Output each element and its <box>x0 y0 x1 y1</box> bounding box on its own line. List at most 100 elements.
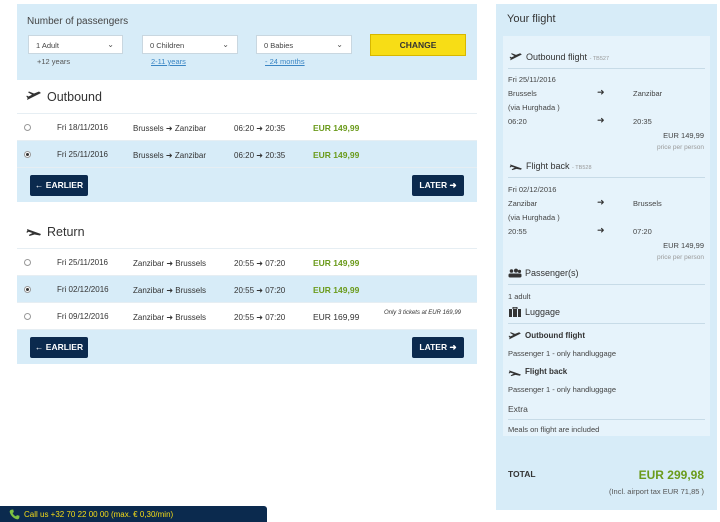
call-us-bar[interactable]: Call us +32 70 22 00 00 (max. € 0,30/min… <box>0 506 267 522</box>
change-button[interactable]: CHANGE <box>370 34 466 56</box>
route-to: Brussels <box>175 259 206 268</box>
flight-route: Zanzibar ➜ Brussels <box>133 313 206 322</box>
summary-back-dep: 20:55 <box>508 227 527 236</box>
flight-summary: Your flight Outbound flight - TB527 Fri … <box>496 4 717 510</box>
outbound-title: Outbound <box>47 90 102 104</box>
dep-time: 20:55 <box>234 286 255 295</box>
summary-outbound-price: EUR 149,99 <box>663 131 704 140</box>
total-value: EUR 299,98 <box>638 468 704 482</box>
summary-back-from: Zanzibar <box>508 199 538 208</box>
price-note: price per person <box>657 254 704 261</box>
chevron-down-icon: ⌄ <box>222 40 229 49</box>
arr-time: 07:20 <box>265 286 286 295</box>
plane-takeoff-icon <box>508 332 521 340</box>
flight-row[interactable]: Fri 25/11/2016 Brussels ➜ Zanzibar 06:20… <box>17 141 477 168</box>
adult-select-value: 1 Adult <box>36 41 59 50</box>
summary-luggage-heading: Luggage <box>525 307 561 317</box>
summary-extra-value: Meals on flight are included <box>508 425 600 434</box>
earlier-button[interactable]: ← EARLIER <box>30 175 88 196</box>
summary-outbound-arr: 20:35 <box>633 117 652 126</box>
arr-time: 07:20 <box>265 313 286 322</box>
babies-select[interactable]: 0 Babies ⌄ <box>256 35 352 54</box>
arrow-right-icon: ➜ <box>165 151 173 160</box>
dep-time: 06:20 <box>234 124 255 133</box>
arrow-right-icon: ➜ <box>597 225 605 235</box>
summary-back-date: Fri 02/12/2016 <box>508 185 557 194</box>
chevron-down-icon: ⌄ <box>107 40 114 49</box>
flight-radio[interactable] <box>24 286 31 293</box>
route-to: Zanzibar <box>174 151 206 160</box>
plane-landing-icon <box>509 164 522 171</box>
summary-outbound-heading: Outbound flight - TB527 <box>526 52 609 62</box>
route-to: Zanzibar <box>174 124 206 133</box>
flight-date: Fri 25/11/2016 <box>57 150 108 159</box>
return-section: Return Fri 25/11/2016 Zanzibar ➜ Brussel… <box>17 215 477 364</box>
summary-back-via: (via Hurghada ) <box>508 213 560 222</box>
flight-times: 20:55 ➜ 07:20 <box>234 259 285 268</box>
total-label: TOTAL <box>508 469 536 479</box>
babies-hint-link[interactable]: - 24 months <box>265 57 305 66</box>
earlier-label: EARLIER <box>45 180 84 190</box>
earlier-button[interactable]: ← EARLIER <box>30 337 88 358</box>
divider <box>508 68 705 69</box>
summary-back-heading: Flight back - TB528 <box>526 161 592 171</box>
summary-outbound-via: (via Hurghada ) <box>508 103 560 112</box>
flight-radio[interactable] <box>24 124 31 131</box>
route-from: Zanzibar <box>133 313 165 322</box>
earlier-label: EARLIER <box>45 342 84 352</box>
children-select[interactable]: 0 Children ⌄ <box>142 35 238 54</box>
adult-select[interactable]: 1 Adult ⌄ <box>28 35 123 54</box>
arrow-right-icon: ➜ <box>256 313 263 322</box>
summary-outbound-heading-text: Outbound flight <box>526 52 588 62</box>
flight-route: Zanzibar ➜ Brussels <box>133 259 206 268</box>
flight-times: 20:55 ➜ 07:20 <box>234 286 285 295</box>
price-note: price per person <box>657 144 704 151</box>
flight-price: EUR 149,99 <box>313 123 360 133</box>
flight-radio[interactable] <box>24 151 31 158</box>
luggage-outbound-value: Passenger 1 - only handluggage <box>508 349 616 358</box>
later-label: LATER <box>419 342 448 352</box>
later-button[interactable]: LATER ➜ <box>412 337 464 358</box>
flight-route: Brussels ➜ Zanzibar <box>133 124 206 133</box>
adult-hint: +12 years <box>37 57 71 66</box>
outbound-section: Outbound Fri 18/11/2016 Brussels ➜ Zanzi… <box>17 80 477 202</box>
dep-time: 20:55 <box>234 313 255 322</box>
luggage-outbound-heading: Outbound flight <box>525 331 585 340</box>
luggage-back-heading: Flight back <box>525 367 568 376</box>
arrow-right-icon: ➜ <box>256 151 263 160</box>
later-button[interactable]: LATER ➜ <box>412 175 464 196</box>
return-header: Return <box>17 215 477 249</box>
arr-time: 07:20 <box>265 259 286 268</box>
flight-radio[interactable] <box>24 313 31 320</box>
summary-back-price: EUR 149,99 <box>663 241 704 250</box>
route-to: Brussels <box>175 313 206 322</box>
babies-select-value: 0 Babies <box>264 41 294 50</box>
route-from: Brussels <box>133 151 164 160</box>
route-from: Brussels <box>133 124 164 133</box>
route-from: Zanzibar <box>133 286 165 295</box>
flight-radio[interactable] <box>24 259 31 266</box>
phone-icon <box>9 509 20 520</box>
passenger-title: Number of passengers <box>27 16 129 27</box>
arrow-right-icon: ➜ <box>166 286 174 295</box>
return-title: Return <box>47 225 85 239</box>
summary-extra-heading: Extra <box>508 404 528 414</box>
summary-title: Your flight <box>507 13 556 25</box>
plane-landing-icon <box>26 229 41 236</box>
flight-row[interactable]: Fri 25/11/2016 Zanzibar ➜ Brussels 20:55… <box>17 249 477 276</box>
divider <box>508 419 705 420</box>
flight-row[interactable]: Fri 09/12/2016 Zanzibar ➜ Brussels 20:55… <box>17 303 477 330</box>
flight-price: EUR 149,99 <box>313 258 360 268</box>
dep-time: 20:55 <box>234 259 255 268</box>
flight-date: Fri 25/11/2016 <box>57 258 108 267</box>
flight-row[interactable]: Fri 02/12/2016 Zanzibar ➜ Brussels 20:55… <box>17 276 477 303</box>
plane-takeoff-icon <box>26 91 41 100</box>
route-from: Zanzibar <box>133 259 165 268</box>
divider <box>508 284 705 285</box>
flight-row[interactable]: Fri 18/11/2016 Brussels ➜ Zanzibar 06:20… <box>17 114 477 141</box>
children-hint-link[interactable]: 2-11 years <box>151 57 186 66</box>
flight-price: EUR 149,99 <box>313 285 360 295</box>
luggage-icon <box>509 307 521 317</box>
plane-landing-icon <box>508 370 521 377</box>
